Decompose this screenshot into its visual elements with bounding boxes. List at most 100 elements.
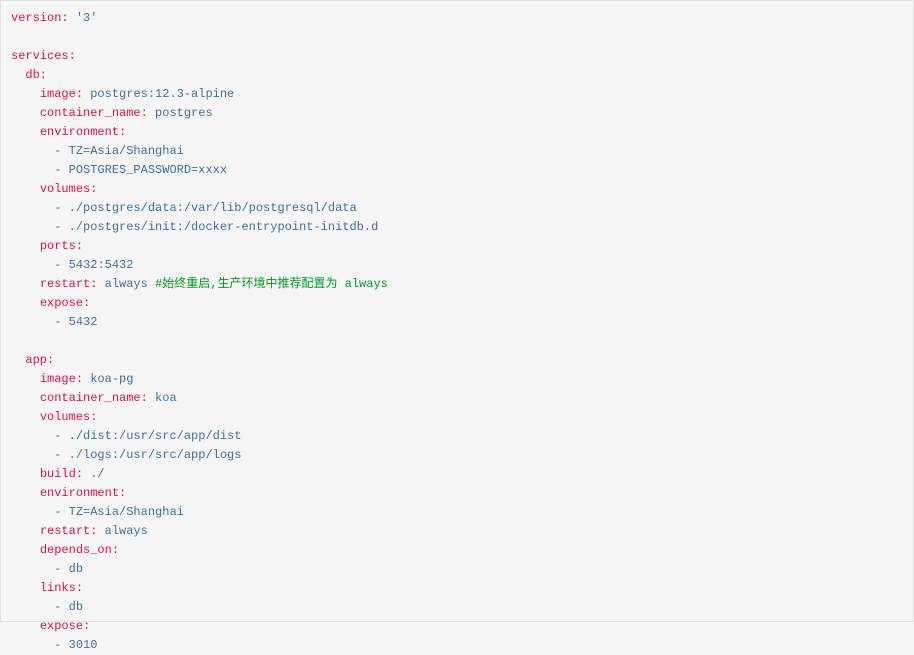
- code-segment: [11, 87, 40, 101]
- code-segment: POSTGRES_PASSWORD=xxxx: [69, 163, 227, 177]
- code-segment: [97, 277, 104, 291]
- code-segment: [11, 600, 54, 614]
- code-segment: 5432:5432: [69, 258, 134, 272]
- code-segment: 5432: [69, 315, 98, 329]
- code-segment: [11, 182, 40, 196]
- code-segment: [61, 638, 68, 652]
- code-segment: [97, 524, 104, 538]
- code-segment: ./postgres/data:/var/lib/postgresql/data: [69, 201, 357, 215]
- code-line: expose:: [11, 294, 903, 313]
- code-segment: environment:: [40, 125, 126, 139]
- code-line: - db: [11, 598, 903, 617]
- code-segment: [148, 277, 155, 291]
- code-segment: services:: [11, 49, 76, 63]
- code-segment: ports:: [40, 239, 83, 253]
- code-segment: depends_on:: [40, 543, 119, 557]
- code-line: services:: [11, 47, 903, 66]
- code-segment: ./postgres/init:/docker-entrypoint-initd…: [69, 220, 379, 234]
- code-line: - ./postgres/data:/var/lib/postgresql/da…: [11, 199, 903, 218]
- code-line: - 3010: [11, 636, 903, 655]
- code-segment: [61, 144, 68, 158]
- code-segment: restart:: [40, 277, 98, 291]
- code-segment: image:: [40, 87, 83, 101]
- code-segment: [11, 144, 54, 158]
- code-line: depends_on:: [11, 541, 903, 560]
- code-segment: [148, 391, 155, 405]
- code-segment: [11, 372, 40, 386]
- code-segment: [11, 638, 54, 652]
- code-segment: ./logs:/usr/src/app/logs: [69, 448, 242, 462]
- code-segment: [11, 125, 40, 139]
- code-segment: [61, 315, 68, 329]
- code-segment: postgres:12.3-alpine: [90, 87, 234, 101]
- code-segment: TZ=Asia/Shanghai: [69, 505, 184, 519]
- code-segment: [11, 239, 40, 253]
- code-segment: [61, 163, 68, 177]
- code-segment: [11, 220, 54, 234]
- code-segment: [11, 581, 40, 595]
- code-line: - db: [11, 560, 903, 579]
- code-segment: [69, 11, 76, 25]
- code-segment: image:: [40, 372, 83, 386]
- code-line: db:: [11, 66, 903, 85]
- code-line: restart: always: [11, 522, 903, 541]
- code-segment: koa-pg: [90, 372, 133, 386]
- code-segment: [11, 410, 40, 424]
- code-line: [11, 332, 903, 351]
- code-segment: [11, 277, 40, 291]
- code-line: - 5432:5432: [11, 256, 903, 275]
- code-segment: build:: [40, 467, 83, 481]
- code-segment: [11, 258, 54, 272]
- code-segment: postgres: [155, 106, 213, 120]
- code-line: - TZ=Asia/Shanghai: [11, 503, 903, 522]
- code-segment: [11, 467, 40, 481]
- code-line: - ./logs:/usr/src/app/logs: [11, 446, 903, 465]
- code-segment: db:: [25, 68, 47, 82]
- code-segment: [61, 600, 68, 614]
- code-segment: [11, 315, 54, 329]
- code-line: - ./dist:/usr/src/app/dist: [11, 427, 903, 446]
- code-line: expose:: [11, 617, 903, 636]
- code-segment: ./dist:/usr/src/app/dist: [69, 429, 242, 443]
- code-line: version: '3': [11, 9, 903, 28]
- code-segment: [61, 448, 68, 462]
- code-segment: db: [69, 562, 83, 576]
- code-line: app:: [11, 351, 903, 370]
- code-segment: db: [69, 600, 83, 614]
- code-segment: [11, 543, 40, 557]
- code-segment: [11, 353, 25, 367]
- code-line: volumes:: [11, 180, 903, 199]
- code-segment: version:: [11, 11, 69, 25]
- code-segment: ./: [90, 467, 104, 481]
- code-line: - POSTGRES_PASSWORD=xxxx: [11, 161, 903, 180]
- code-segment: volumes:: [40, 410, 98, 424]
- code-line: restart: always #始终重启,生产环境中推荐配置为 always: [11, 275, 903, 294]
- code-segment: environment:: [40, 486, 126, 500]
- code-segment: 3010: [69, 638, 98, 652]
- code-segment: [11, 429, 54, 443]
- code-line: volumes:: [11, 408, 903, 427]
- code-segment: expose:: [40, 296, 90, 310]
- code-segment: [11, 562, 54, 576]
- code-segment: [61, 258, 68, 272]
- code-segment: [148, 106, 155, 120]
- code-segment: [11, 505, 54, 519]
- code-segment: always: [105, 277, 148, 291]
- code-line: ports:: [11, 237, 903, 256]
- code-segment: '3': [76, 11, 98, 25]
- code-segment: app:: [25, 353, 54, 367]
- code-line: - 5432: [11, 313, 903, 332]
- code-segment: TZ=Asia/Shanghai: [69, 144, 184, 158]
- code-segment: [11, 68, 25, 82]
- code-segment: [61, 201, 68, 215]
- code-segment: volumes:: [40, 182, 98, 196]
- code-segment: [61, 562, 68, 576]
- code-segment: [11, 201, 54, 215]
- code-line: image: postgres:12.3-alpine: [11, 85, 903, 104]
- code-segment: [11, 524, 40, 538]
- code-segment: [11, 619, 40, 633]
- code-segment: [11, 296, 40, 310]
- code-segment: [11, 448, 54, 462]
- code-segment: restart:: [40, 524, 98, 538]
- code-segment: [11, 391, 40, 405]
